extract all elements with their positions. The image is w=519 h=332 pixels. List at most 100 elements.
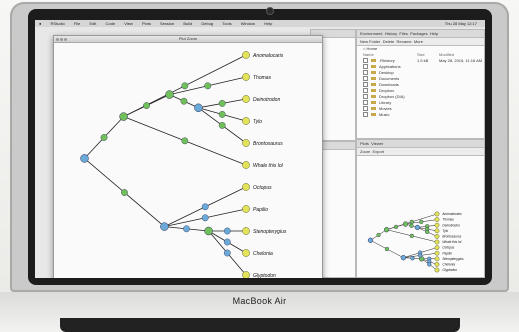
menu-item[interactable]: Session [160,21,174,26]
menu-item[interactable]: View [124,21,133,26]
tab-history[interactable]: History [385,31,397,36]
folder-icon [371,59,376,63]
folder-icon [371,113,376,117]
tab-viewer[interactable]: Viewer [371,141,383,146]
col-name[interactable]: Name [363,52,374,57]
screen: ● RStudio File Edit Code View Plots Sess… [35,20,485,278]
tree-node [410,256,415,261]
tree-node [100,134,108,141]
leaf-node [242,271,250,278]
tab-packages[interactable]: Packages [410,31,428,36]
tree-node [160,222,169,231]
tree-node [409,233,414,238]
leaf-node [434,211,440,217]
file-name[interactable]: Movies [379,106,392,111]
tree-node [218,122,226,129]
menu-bar: ● RStudio File Edit Code View Plots Sess… [35,20,485,27]
folder-icon [371,71,376,75]
leaf-label: Papilio [442,251,452,255]
minimize-icon[interactable] [60,38,63,41]
mini-tree-plot: Anomalocaris ThomasDeinotrodon Tylo Brontos… [367,211,464,273]
tree-node [180,97,188,105]
file-checkbox[interactable] [363,106,368,112]
leaf-node [242,117,250,125]
file-checkbox[interactable] [363,112,368,118]
delete-button[interactable]: Delete [383,39,395,44]
leaf-node [434,261,440,267]
tree-node [204,82,212,90]
file-name[interactable]: Desktop [379,70,394,75]
menu-item[interactable]: Edit [89,21,96,26]
leaf-node [434,239,440,245]
file-checkbox[interactable] [363,82,368,88]
leaf-node [434,217,440,223]
file-checkbox[interactable] [363,64,368,70]
tab-help[interactable]: Help [430,31,438,36]
leaf-label: Papilio [253,207,268,213]
phylogenetic-tree-plot: Anomalocaris Thomas Deinotrodon Tylo Brontos… [80,51,287,278]
file-name[interactable]: Downloads [379,82,399,87]
file-checkbox[interactable] [363,58,368,64]
tree-node [425,229,430,235]
export-button[interactable]: Export [372,149,384,154]
leaf-label: Whale this lol [253,163,284,169]
tab-plots[interactable]: Plots [360,141,369,146]
menu-item[interactable]: Help [264,21,272,26]
file-checkbox[interactable] [363,94,368,100]
menu-item[interactable]: RStudio [51,21,65,26]
leaf-node [434,233,440,239]
home-icon: ⌂ [363,46,366,51]
clock-status[interactable]: Thu 28 May 12:17 [445,20,477,27]
leaf-label: Thomas [253,75,272,81]
leaf-label: Stenopterygius [442,257,464,261]
tree-node [427,262,432,267]
new-folder-button[interactable]: New Folder [360,39,380,44]
leaf-label: Chelonia [442,263,455,267]
files-tabs: Environment History Files Packages Help [357,30,484,38]
plot-zoom-titlebar[interactable]: Plot Zoom [54,36,322,43]
plots-pane: Plots Viewer Zoom Export Anomalocaris Tho… [356,139,485,278]
tree-node [218,111,226,118]
maximize-icon[interactable] [64,38,67,41]
tab-environment[interactable]: Environment [360,31,382,36]
tree-node [223,249,231,257]
tree-node [418,253,423,258]
file-name[interactable]: Applications [379,64,401,69]
tab-files[interactable]: Files [399,31,407,36]
file-name[interactable]: Library [379,100,391,105]
plots-tabs: Plots Viewer [357,140,484,148]
menu-item[interactable]: Code [106,21,116,26]
menu-item[interactable]: Debug [201,21,213,26]
file-name[interactable]: Dropbox [379,88,394,93]
file-name[interactable]: Dropbox (DIA) [379,94,405,99]
apple-icon[interactable]: ● [39,21,41,26]
leaf-label: Stenopterygius [253,229,287,235]
zoom-button[interactable]: Zoom [360,149,370,154]
more-button[interactable]: More [414,39,423,44]
leaf-label: Tylo [442,229,448,233]
leaf-node [434,222,440,228]
leaf-node [434,228,440,234]
menu-item[interactable]: Build [183,21,192,26]
menu-item[interactable]: Tools [222,21,231,26]
folder-icon [371,89,376,93]
rename-button[interactable]: Rename [396,39,411,44]
tree-node [414,224,421,231]
file-name[interactable]: Music [379,112,389,117]
leaf-node [242,183,250,191]
file-checkbox[interactable] [363,100,368,106]
leaf-node [242,51,250,59]
file-name[interactable]: .Rhistory [379,58,395,63]
file-name[interactable]: Documents [379,76,399,81]
menu-item[interactable]: File [74,21,80,26]
file-checkbox[interactable] [363,70,368,76]
file-checkbox[interactable] [363,76,368,82]
file-checkbox[interactable] [363,88,368,94]
tree-node [183,225,190,233]
menu-item[interactable]: Plots [142,21,151,26]
tree-node [223,238,231,246]
close-icon[interactable] [56,38,59,41]
plots-toolbar: Zoom Export [357,148,484,156]
file-row[interactable]: Music [357,112,484,118]
menu-item[interactable]: Window [241,21,255,26]
